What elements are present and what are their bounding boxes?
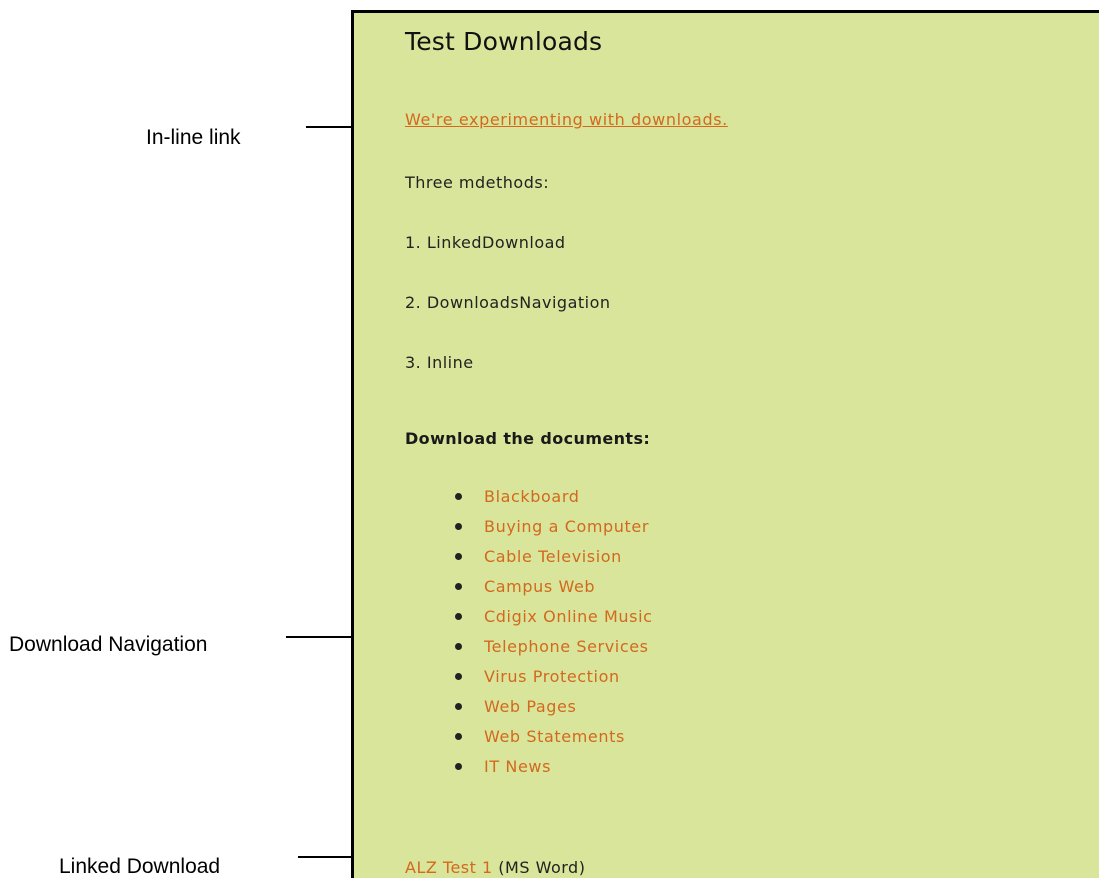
download-item-it-news[interactable]: IT News xyxy=(455,752,653,782)
bullet-icon xyxy=(455,673,462,680)
download-link[interactable]: IT News xyxy=(484,757,551,776)
download-item-telephone-services[interactable]: Telephone Services xyxy=(455,632,653,662)
bullet-icon xyxy=(455,613,462,620)
download-item-cdigix-online-music[interactable]: Cdigix Online Music xyxy=(455,602,653,632)
methods-intro: Three mdethods: xyxy=(405,173,550,192)
download-item-virus-protection[interactable]: Virus Protection xyxy=(455,662,653,692)
method-item-3: 3. Inline xyxy=(405,353,474,372)
download-link[interactable]: Web Pages xyxy=(484,697,576,716)
bullet-icon xyxy=(455,583,462,590)
download-link[interactable]: Campus Web xyxy=(484,577,595,596)
page-title: Test Downloads xyxy=(405,27,603,56)
bullet-icon xyxy=(455,493,462,500)
bullet-icon xyxy=(455,703,462,710)
download-link[interactable]: Buying a Computer xyxy=(484,517,649,536)
download-link[interactable]: Web Statements xyxy=(484,727,625,746)
download-item-web-pages[interactable]: Web Pages xyxy=(455,692,653,722)
download-link[interactable]: Virus Protection xyxy=(484,667,620,686)
download-item-buying-a-computer[interactable]: Buying a Computer xyxy=(455,512,653,542)
bullet-icon xyxy=(455,553,462,560)
bullet-icon xyxy=(455,733,462,740)
download-link[interactable]: Telephone Services xyxy=(484,637,649,656)
download-item-blackboard[interactable]: Blackboard xyxy=(455,482,653,512)
download-item-cable-television[interactable]: Cable Television xyxy=(455,542,653,572)
linked-download-row: ALZ Test 1 (MS Word) xyxy=(405,858,585,877)
linked-download-link[interactable]: ALZ Test 1 xyxy=(405,858,493,877)
download-item-web-statements[interactable]: Web Statements xyxy=(455,722,653,752)
annotation-inline-link: In-line link xyxy=(146,126,241,149)
documents-heading: Download the documents: xyxy=(405,429,651,448)
download-link[interactable]: Cable Television xyxy=(484,547,622,566)
method-item-1: 1. LinkedDownload xyxy=(405,233,566,252)
download-link[interactable]: Cdigix Online Music xyxy=(484,607,653,626)
bullet-icon xyxy=(455,763,462,770)
bullet-icon xyxy=(455,643,462,650)
content-panel: Test Downloads We're experimenting with … xyxy=(351,10,1099,878)
bullet-icon xyxy=(455,523,462,530)
inline-download-link[interactable]: We're experimenting with downloads. xyxy=(405,110,728,129)
method-item-2: 2. DownloadsNavigation xyxy=(405,293,611,312)
annotation-download-navigation: Download Navigation xyxy=(9,633,208,656)
download-item-campus-web[interactable]: Campus Web xyxy=(455,572,653,602)
download-link[interactable]: Blackboard xyxy=(484,487,580,506)
download-navigation-list: Blackboard Buying a Computer Cable Telev… xyxy=(455,482,653,782)
annotation-linked-download: Linked Download xyxy=(59,855,221,878)
linked-download-note: (MS Word) xyxy=(492,858,586,877)
